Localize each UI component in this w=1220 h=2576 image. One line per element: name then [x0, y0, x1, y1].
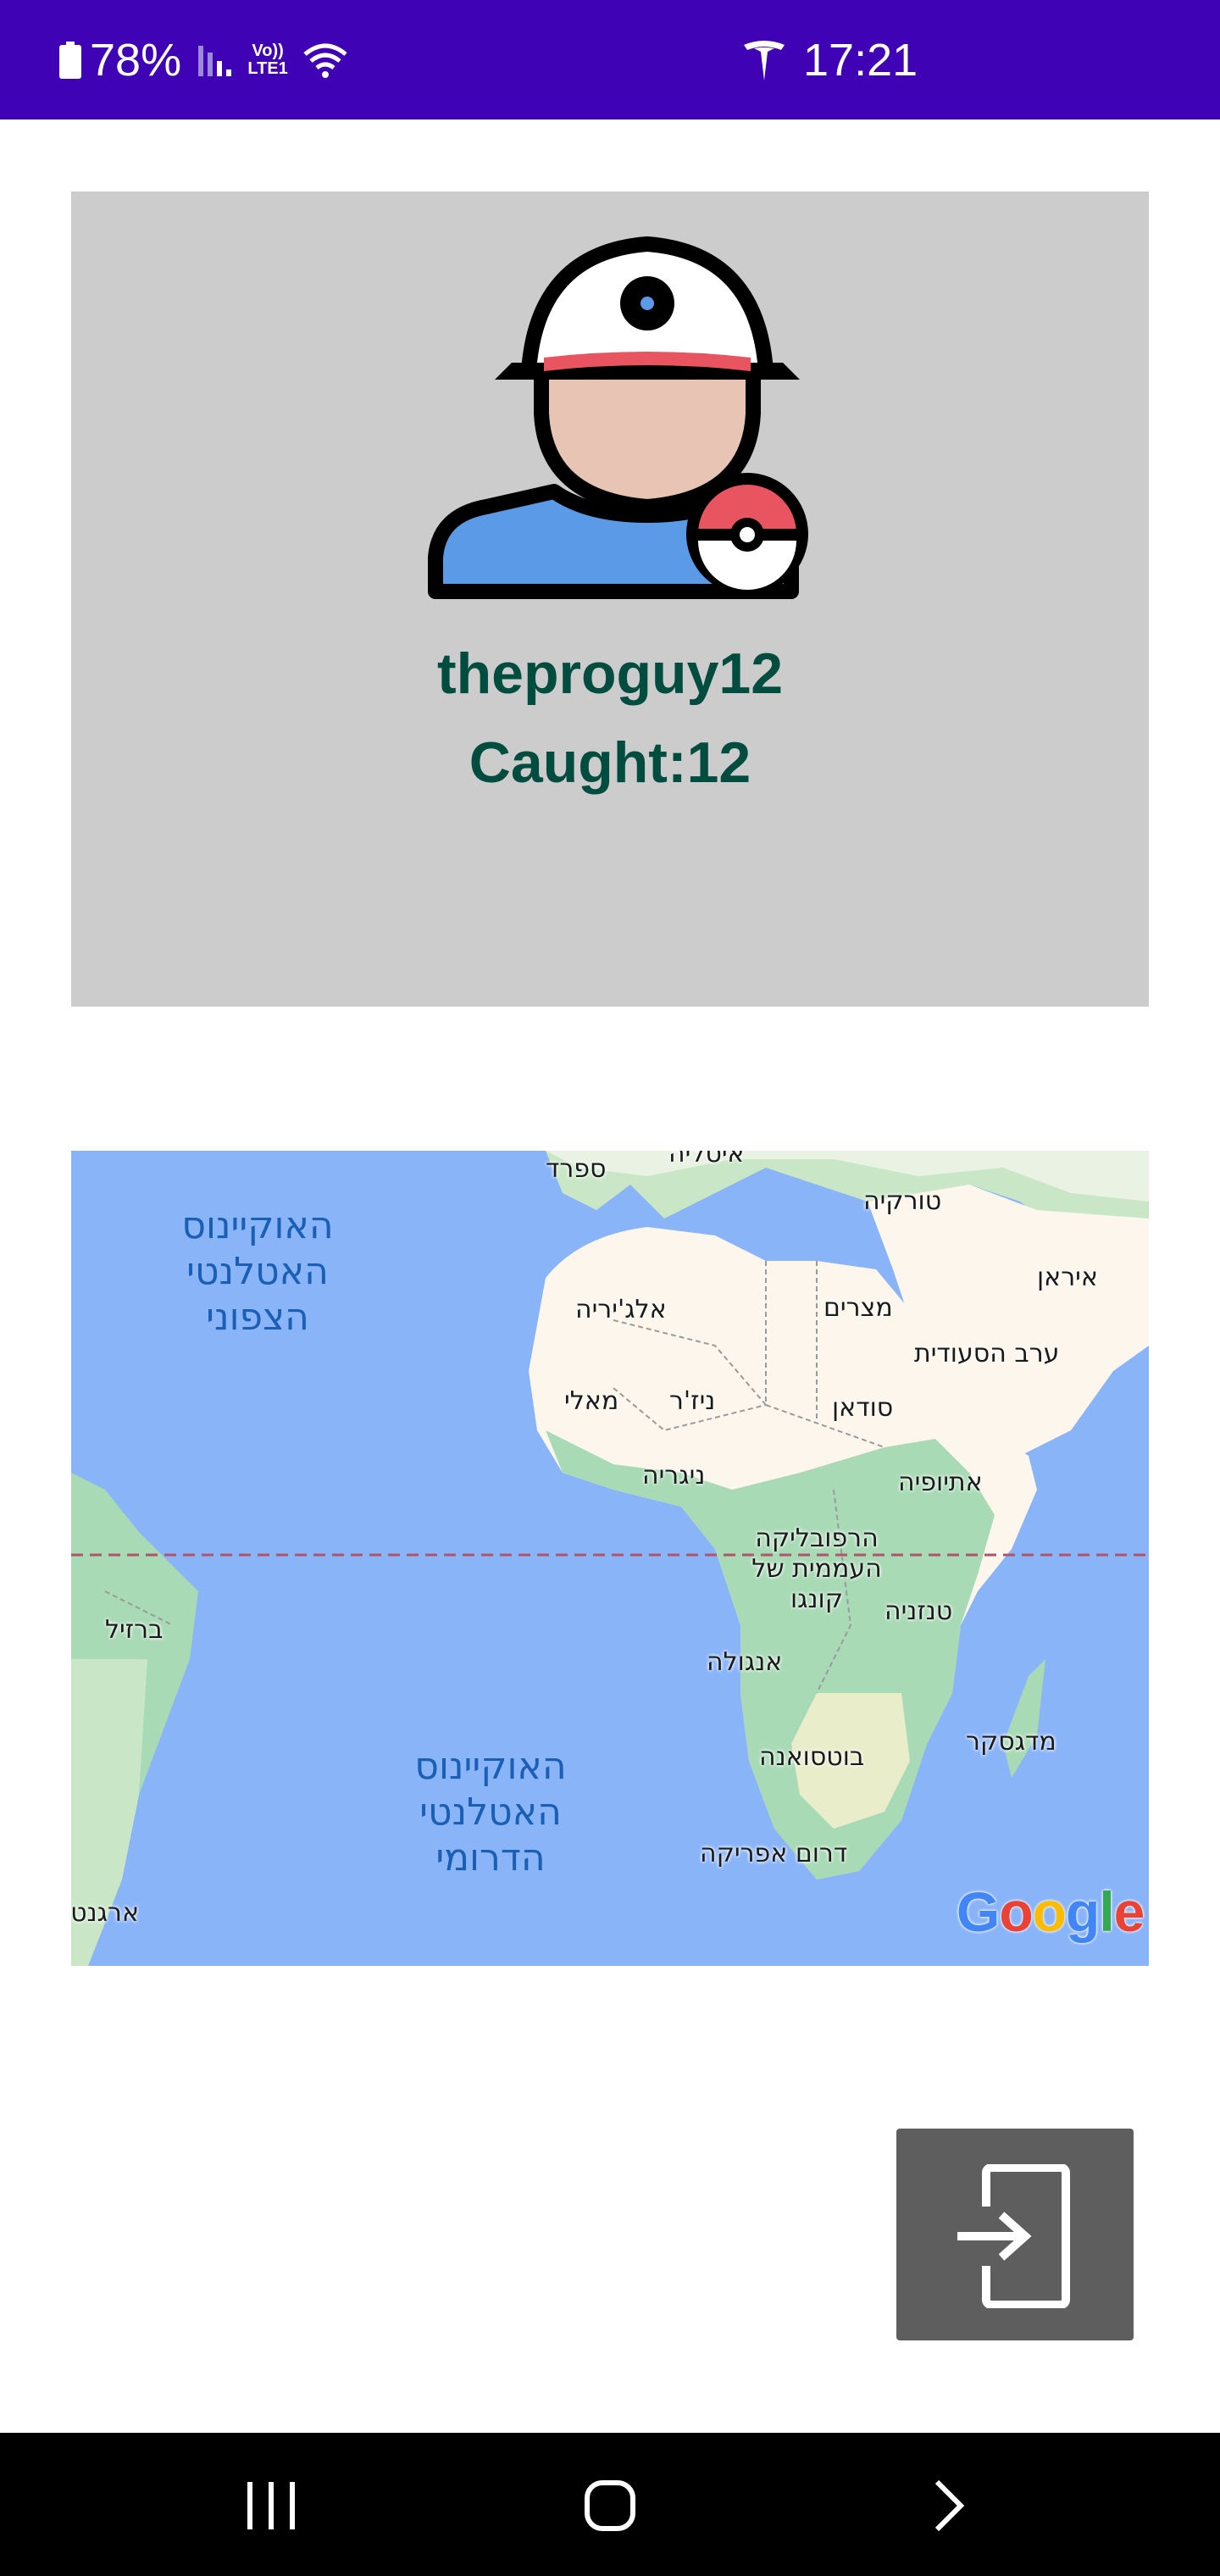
username: theproguy12 [436, 641, 784, 706]
home-icon [585, 2480, 635, 2531]
map-label-tanzania: טנזניה [884, 1596, 953, 1626]
map-label-italy: איטליה [668, 1151, 745, 1169]
back-button[interactable] [864, 2433, 1034, 2576]
map-label-algeria: אלג'יריה [575, 1295, 667, 1324]
map-label-south-atlantic: האוקיינוס האטלנטי הדרומי [414, 1745, 567, 1879]
map-label-nigeria: ניגריה [642, 1461, 706, 1491]
map-label-south-africa: דרום אפריקה [700, 1839, 848, 1868]
map-label-egypt: מצרים [824, 1293, 893, 1323]
network-type: Vo)) LTE1 [247, 42, 288, 78]
map-label-turkey: טורקיה [863, 1186, 942, 1216]
caught-count: Caught:12 [469, 730, 751, 795]
map-label-sudan: סודאן [832, 1393, 894, 1423]
map-label-mali: מאלי [564, 1386, 619, 1416]
profile-card: theproguy12 Caught:12 [71, 192, 1149, 1007]
status-right-group: 17:21 [742, 32, 918, 88]
home-button[interactable] [525, 2433, 695, 2576]
map-label-angola: אנגולה [707, 1647, 783, 1677]
battery-icon [59, 42, 81, 79]
map-label-spain: ספרד [546, 1154, 607, 1184]
map-label-drc: הרפובליקה העממית של קונגו [751, 1524, 882, 1614]
battery-percent: 78% [90, 35, 182, 86]
map-label-iran: איראן [1037, 1263, 1098, 1292]
logout-icon [957, 2164, 1070, 2308]
clock: 17:21 [803, 35, 918, 86]
map-label-argentina: ארגנטינה [71, 1898, 139, 1928]
status-bar: 78% Vo)) LTE1 17:21 [0, 0, 1220, 119]
system-nav-bar [0, 2433, 1220, 2576]
wifi-icon [303, 43, 347, 78]
map-label-botswana: בוטסואנה [759, 1742, 865, 1772]
map-label-ethiopia: אתיופיה [898, 1468, 983, 1497]
trainer-avatar-icon [428, 236, 808, 599]
recent-apps-icon [247, 2482, 295, 2529]
map-label-niger: ניז'ר [669, 1386, 716, 1416]
status-left-group: 78% Vo)) LTE1 [59, 32, 349, 88]
signal-icon [198, 46, 232, 76]
google-attribution: Google [957, 1880, 1145, 1943]
recent-apps-button[interactable] [186, 2433, 356, 2576]
map-label-north-atlantic: האוקיינוס האטלנטי הצפוני [181, 1204, 334, 1339]
logout-button[interactable] [896, 2129, 1134, 2340]
tesla-icon [744, 41, 785, 80]
map-label-madagascar: מדגסקר [966, 1727, 1056, 1757]
map-label-brazil: ברזיל [105, 1615, 164, 1645]
map-label-saudi: ערב הסעודית [914, 1339, 1060, 1368]
map-view[interactable]: האוקיינוס האטלנטי הצפוני האוקיינוס האטלנ… [71, 1151, 1149, 1966]
back-icon [934, 2479, 965, 2532]
